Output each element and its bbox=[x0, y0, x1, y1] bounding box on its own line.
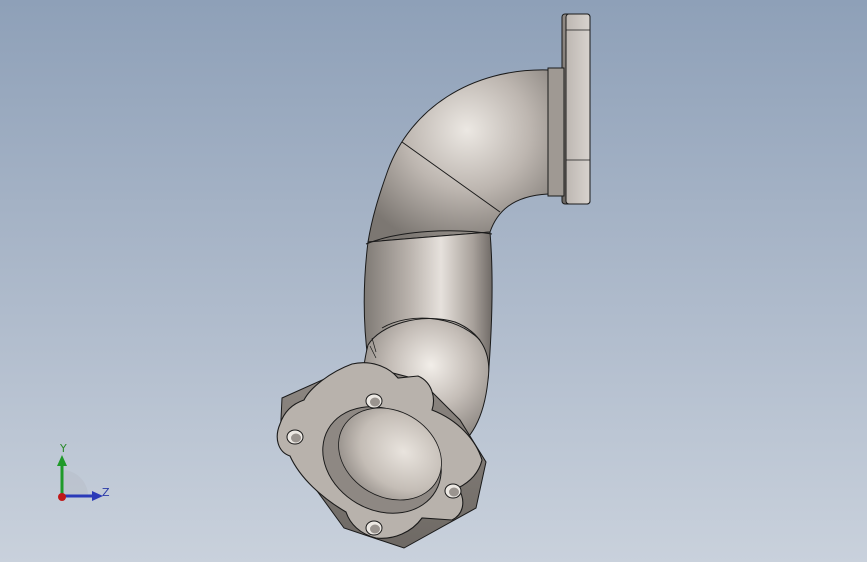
triad-y-label: Y bbox=[60, 442, 67, 455]
triad-axes-icon bbox=[57, 455, 103, 501]
triad-z-label: Z bbox=[102, 486, 110, 499]
upper-flange bbox=[547, 13, 591, 205]
upper-bend bbox=[367, 69, 549, 243]
view-orientation-triad[interactable]: Y Z bbox=[48, 440, 118, 510]
3d-model-elbow-pipe[interactable] bbox=[0, 0, 867, 562]
graphics-viewport[interactable]: Y Z bbox=[0, 0, 867, 562]
